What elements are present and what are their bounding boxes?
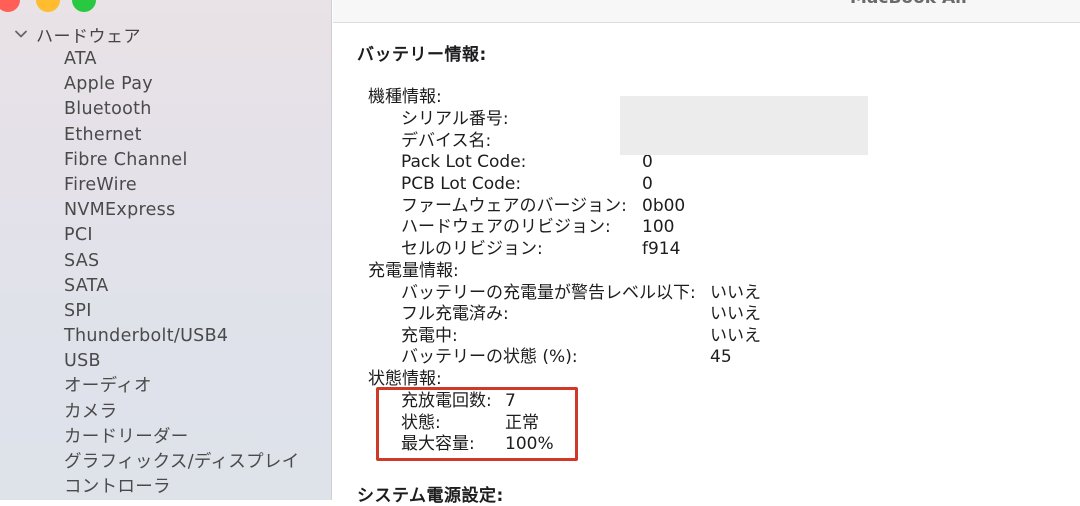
charging-label: 充電中: (401, 326, 458, 346)
chevron-down-icon[interactable] (14, 27, 28, 41)
pack-lot-code-label: Pack Lot Code: (401, 152, 527, 172)
sidebar-item-card-reader[interactable]: カードリーダー (64, 425, 300, 450)
titlebar: MacBook Air (333, 0, 1080, 23)
sidebar-item-usb[interactable]: USB (64, 349, 300, 374)
sidebar: ハードウェア ATA Apple Pay Bluetooth Ethernet … (0, 0, 332, 500)
fully-charged-value: いいえ (710, 304, 761, 324)
firmware-version-label: ファームウェアのバージョン: (401, 196, 627, 216)
model-info-label: 機種情報: (368, 87, 442, 107)
sidebar-item-apple-pay[interactable]: Apple Pay (64, 72, 300, 97)
serial-number-label: シリアル番号: (401, 109, 509, 129)
sidebar-item-firewire[interactable]: FireWire (64, 173, 300, 198)
charge-warning-label: バッテリーの充電量が警告レベル以下: (401, 283, 696, 303)
battery-state-value: 45 (710, 347, 732, 367)
charge-info-label: 充電量情報: (368, 261, 459, 281)
hardware-revision-value: 100 (642, 217, 675, 237)
sidebar-section-label: ハードウェア (36, 26, 141, 47)
cell-revision-label: セルのリビジョン: (401, 239, 543, 259)
cell-revision-value: f914 (642, 239, 681, 259)
sidebar-item-thunderbolt-usb4[interactable]: Thunderbolt/USB4 (64, 324, 300, 349)
battery-state-label: バッテリーの状態 (%): (401, 347, 578, 367)
power-settings-heading: システム電源設定: (357, 486, 504, 506)
highlight-box (376, 387, 578, 461)
firmware-version-value: 0b00 (642, 196, 686, 216)
charge-warning-value: いいえ (710, 283, 761, 303)
sidebar-item-audio[interactable]: オーディオ (64, 374, 300, 399)
zoom-button[interactable] (72, 0, 96, 12)
sidebar-section-hardware[interactable]: ハードウェア (14, 22, 141, 47)
sidebar-item-ata[interactable]: ATA (64, 47, 300, 72)
battery-info-heading: バッテリー情報: (357, 45, 487, 65)
sidebar-item-spi[interactable]: SPI (64, 299, 300, 324)
sidebar-item-pci[interactable]: PCI (64, 223, 300, 248)
charging-value: いいえ (710, 326, 761, 346)
redacted-serial-device (620, 96, 868, 155)
fully-charged-label: フル充電済み: (401, 304, 509, 324)
sidebar-item-fibre-channel[interactable]: Fibre Channel (64, 148, 300, 173)
sidebar-item-sata[interactable]: SATA (64, 274, 300, 299)
sidebar-item-nvmexpress[interactable]: NVMExpress (64, 198, 300, 223)
sidebar-list: ATA Apple Pay Bluetooth Ethernet Fibre C… (64, 47, 300, 500)
sidebar-item-camera[interactable]: カメラ (64, 400, 300, 425)
window-title: MacBook Air (850, 0, 969, 8)
pcb-lot-code-label: PCB Lot Code: (401, 174, 522, 194)
sidebar-item-controller[interactable]: コントローラ (64, 475, 300, 500)
close-button[interactable] (0, 0, 20, 12)
sidebar-item-sas[interactable]: SAS (64, 249, 300, 274)
hardware-revision-label: ハードウェアのリビジョン: (401, 217, 611, 237)
sidebar-item-ethernet[interactable]: Ethernet (64, 123, 300, 148)
sidebar-item-bluetooth[interactable]: Bluetooth (64, 97, 300, 122)
minimize-button[interactable] (36, 0, 60, 12)
pcb-lot-code-value: 0 (642, 174, 653, 194)
device-name-label: デバイス名: (401, 131, 492, 151)
sidebar-item-graphics-display[interactable]: グラフィックス/ディスプレイ (64, 450, 300, 475)
